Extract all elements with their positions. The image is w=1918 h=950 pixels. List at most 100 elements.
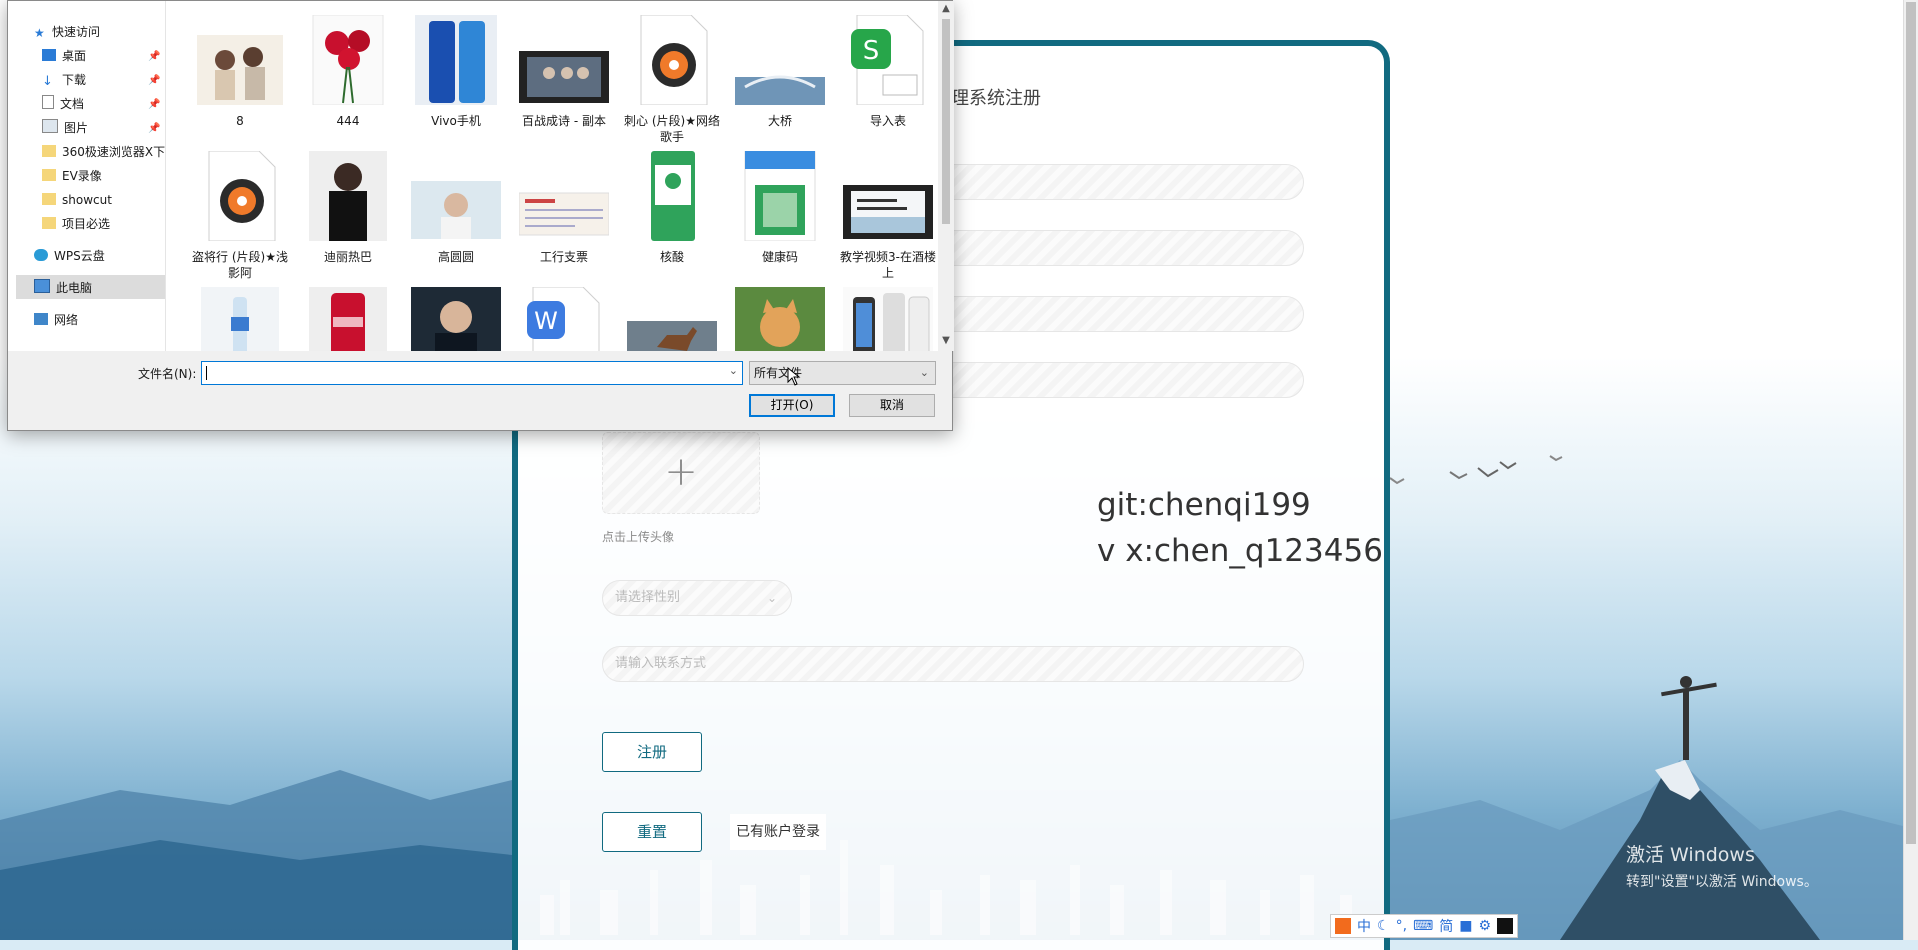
nav-item-documents[interactable]: 文档	[42, 93, 84, 115]
pin-icon[interactable]: 📌	[148, 123, 160, 134]
video-thumbnail-icon	[843, 185, 933, 239]
upload-hint: 点击上传头像	[602, 530, 675, 544]
file-item[interactable]: 盗将行 (片段)★浅影阿	[188, 150, 292, 281]
file-item[interactable]	[728, 287, 832, 351]
file-item[interactable]: 百战成诗 - 副本	[512, 15, 616, 129]
file-grid-scrollbar[interactable]: ▲ ▼	[938, 1, 954, 351]
watermark-text: git:chenqi199 v x:chen_q123456	[1097, 482, 1383, 574]
nav-item-folder-project[interactable]: 项目必选	[42, 213, 110, 235]
cancel-button[interactable]: 取消	[849, 394, 935, 417]
watermark-line-git: git:chenqi199	[1097, 487, 1311, 523]
photo-phone-icon	[415, 15, 497, 105]
mouse-cursor-icon	[787, 367, 801, 386]
ime-chinese-toggle[interactable]: 中	[1357, 916, 1371, 936]
shirt-icon[interactable]: ■	[1459, 918, 1472, 934]
filename-input[interactable]: ⌄	[201, 361, 743, 385]
nav-item-folder-showcut[interactable]: showcut	[42, 189, 112, 211]
file-item[interactable]: 核酸	[620, 151, 724, 265]
contact-input[interactable]: 请输入联系方式	[602, 646, 1304, 682]
star-icon: ★	[34, 26, 45, 40]
photo-bridge-icon	[735, 75, 825, 105]
page-scrollbar[interactable]	[1903, 0, 1918, 940]
nav-item-folder-360[interactable]: 360极速浏览器X下!	[42, 141, 170, 163]
wps-doc-icon: W	[527, 286, 600, 351]
music-disc-icon	[640, 14, 708, 106]
nav-item-wps-cloud[interactable]: WPS云盘	[34, 245, 105, 267]
gender-select[interactable]: 请选择性别 ⌄	[602, 580, 792, 616]
nav-item-folder-ev[interactable]: EV录像	[42, 165, 102, 187]
nav-item-pictures[interactable]: 图片	[42, 117, 88, 139]
photo-cheque-icon	[518, 192, 610, 236]
file-item[interactable]	[620, 287, 724, 351]
file-item[interactable]: S 导入表	[836, 14, 938, 129]
download-icon: ↓	[42, 74, 53, 89]
text-caret	[206, 366, 207, 380]
desktop-icon	[42, 49, 56, 61]
file-item[interactable]: 迪丽热巴	[296, 151, 400, 265]
cloud-icon	[34, 249, 48, 261]
pin-icon[interactable]: 📌	[148, 99, 160, 110]
watermark-line-vx: v x:chen_q123456	[1097, 533, 1383, 569]
open-button[interactable]: 打开(O)	[749, 394, 835, 417]
photo-portrait-icon	[411, 181, 501, 239]
music-disc-icon	[208, 150, 276, 242]
scroll-up-arrow-icon[interactable]: ▲	[938, 3, 954, 14]
file-item[interactable]: 高圆圆	[404, 151, 508, 265]
nav-item-network[interactable]: 网络	[34, 309, 78, 331]
file-item[interactable]: W	[512, 286, 616, 351]
photo-cola-icon	[309, 287, 387, 351]
punctuation-icon[interactable]: °,	[1396, 918, 1407, 934]
gear-icon[interactable]: ⚙	[1478, 918, 1491, 934]
avatar-upload[interactable]: +	[602, 432, 760, 514]
file-item[interactable]: 教学视频3-在酒楼上	[836, 151, 938, 281]
file-item[interactable]: 8	[188, 15, 292, 129]
svg-text:W: W	[534, 307, 558, 335]
tiktok-icon[interactable]	[1497, 918, 1514, 934]
file-item[interactable]: Vivo手机	[404, 15, 508, 129]
folder-icon	[42, 169, 56, 181]
nav-pane: ★ 快速访问 桌面 📌 ↓ 下载 📌 文档 📌 图片 📌 360极速浏览器X下! E…	[8, 1, 170, 351]
file-item[interactable]	[836, 287, 938, 351]
ime-toolbar[interactable]: 中 ☾ °, ⌨ 简 ■ ⚙	[1330, 914, 1519, 938]
nav-item-downloads[interactable]: ↓ 下载	[42, 69, 86, 91]
file-item[interactable]: 大桥	[728, 15, 832, 129]
nav-item-quick-access[interactable]: ★ 快速访问	[34, 21, 100, 43]
file-item[interactable]	[296, 287, 400, 351]
gender-placeholder: 请选择性别	[615, 590, 681, 605]
login-link[interactable]: 已有账户登录	[730, 814, 826, 850]
photo-qr-icon	[744, 150, 816, 242]
photo-cat-icon	[735, 287, 825, 351]
activate-subtitle: 转到"设置"以激活 Windows。	[1626, 874, 1818, 890]
register-title: 理系统注册	[951, 88, 1041, 109]
photo-phones-icon	[843, 287, 933, 351]
chevron-down-icon: ⌄	[919, 366, 929, 379]
pin-icon[interactable]: 📌	[148, 51, 160, 62]
register-button[interactable]: 注册	[602, 732, 702, 772]
page-scrollbar-thumb[interactable]	[1906, 2, 1916, 844]
reset-button[interactable]: 重置	[602, 812, 702, 852]
file-item[interactable]: 健康码	[728, 150, 832, 265]
svg-text:S: S	[863, 36, 880, 66]
keyboard-icon[interactable]: ⌨	[1413, 918, 1433, 934]
file-item[interactable]	[188, 287, 292, 351]
chevron-down-icon: ⌄	[766, 591, 777, 605]
folder-icon	[42, 145, 56, 157]
nav-item-desktop[interactable]: 桌面	[42, 45, 86, 67]
nav-item-this-pc[interactable]: 此电脑	[34, 277, 92, 299]
plus-icon: +	[664, 449, 698, 495]
wps-sheet-icon: S	[851, 14, 924, 106]
photo-portrait-icon	[411, 287, 501, 351]
file-item[interactable]: 工行支票	[512, 151, 616, 265]
ime-simplified-toggle[interactable]: 简	[1439, 916, 1453, 936]
file-item[interactable]: 444	[296, 14, 400, 129]
pin-icon[interactable]: 📌	[148, 75, 160, 86]
ime-logo-icon[interactable]	[1335, 918, 1351, 934]
file-item[interactable]: 刺心 (片段)★网络歌手	[620, 14, 724, 145]
filetype-select[interactable]: 所有文件 ⌄	[749, 361, 936, 385]
file-item[interactable]	[404, 287, 508, 351]
chevron-down-icon[interactable]: ⌄	[729, 364, 738, 377]
moon-icon[interactable]: ☾	[1377, 918, 1390, 934]
scroll-down-arrow-icon[interactable]: ▼	[938, 335, 954, 346]
file-grid-scroll-thumb[interactable]	[942, 19, 950, 224]
photo-portrait-icon	[309, 151, 387, 241]
